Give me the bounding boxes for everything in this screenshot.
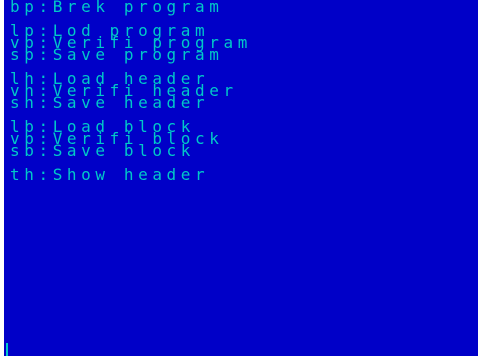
spectrum-screen: bp:Brek program lp:Lod program vp:Verifi… — [0, 0, 478, 356]
menu-item-bp[interactable]: bp:Brek program — [10, 0, 252, 15]
command-menu: bp:Brek program lp:Lod program vp:Verifi… — [10, 0, 252, 183]
paper-area: bp:Brek program lp:Lod program vp:Verifi… — [4, 0, 478, 356]
input-cursor[interactable] — [6, 343, 8, 356]
menu-item-sp[interactable]: sp:Save program — [10, 47, 252, 63]
menu-item-th[interactable]: th:Show header — [10, 167, 252, 183]
